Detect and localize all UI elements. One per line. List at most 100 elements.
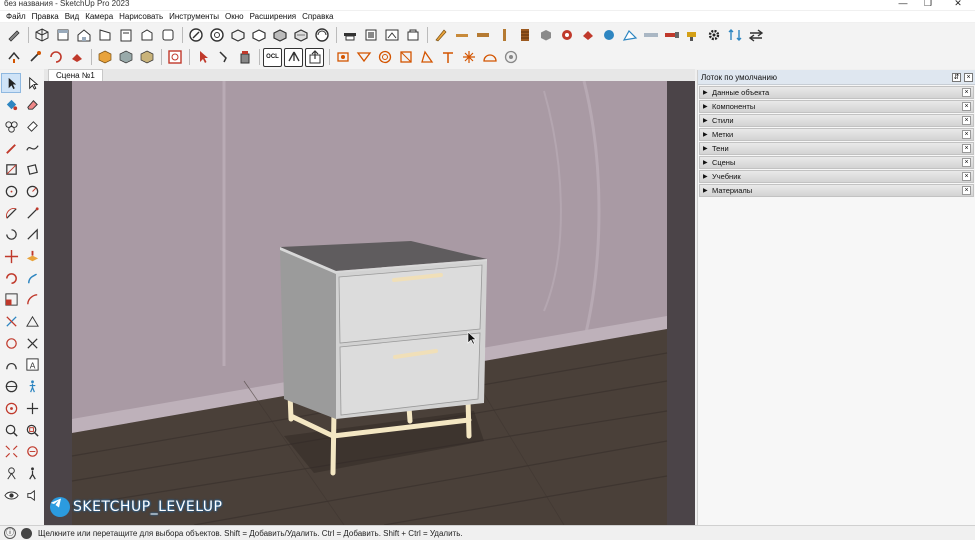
eraser-icon[interactable] — [22, 95, 42, 115]
component-tool-icon[interactable] — [1, 116, 21, 136]
back-view-icon[interactable] — [116, 26, 135, 45]
position-camera-icon[interactable] — [1, 463, 21, 483]
menu-help[interactable]: Справка — [299, 11, 336, 22]
axes-icon[interactable] — [22, 333, 42, 353]
push-pull-icon[interactable] — [4, 48, 23, 67]
freehand-icon[interactable] — [22, 138, 42, 158]
stack-icon[interactable] — [515, 26, 534, 45]
pie-alt-icon[interactable] — [22, 225, 42, 245]
menu-camera[interactable]: Камера — [82, 11, 116, 22]
orbit-icon[interactable] — [1, 398, 21, 418]
panel-close-icon[interactable]: × — [962, 158, 971, 167]
panel-close-icon[interactable]: × — [962, 102, 971, 111]
tray-close-icon[interactable]: × — [964, 73, 973, 82]
rectangle-icon[interactable] — [1, 160, 21, 180]
wireframe-icon[interactable] — [228, 26, 247, 45]
zoom-extents-icon[interactable] — [1, 442, 21, 462]
model-viewport[interactable]: SKETCHUP_LEVELUP — [44, 81, 695, 525]
dome-icon[interactable] — [480, 48, 499, 67]
monochrome-icon[interactable] — [312, 26, 331, 45]
info-icon[interactable]: ⓘ — [4, 527, 16, 539]
burst-icon[interactable] — [459, 48, 478, 67]
scale-icon[interactable] — [1, 290, 21, 310]
tray-pin-icon[interactable]: ⇵ — [952, 73, 961, 82]
left-view-icon[interactable] — [137, 26, 156, 45]
erase-icon[interactable] — [67, 48, 86, 67]
close-button[interactable]: ✕ — [948, 0, 968, 9]
large-tool-set-icon[interactable] — [4, 26, 23, 45]
section-tool-icon[interactable] — [1, 377, 21, 397]
3d-text-icon[interactable]: A — [22, 355, 42, 375]
lasso-icon[interactable] — [214, 48, 233, 67]
paint-bucket-icon[interactable] — [235, 48, 254, 67]
text-icon[interactable] — [1, 355, 21, 375]
menu-file[interactable]: Файл — [3, 11, 29, 22]
section-fill-icon[interactable] — [382, 26, 401, 45]
pan-icon[interactable] — [22, 398, 42, 418]
outliner-icon[interactable] — [165, 48, 184, 67]
display-sections-icon[interactable] — [403, 26, 422, 45]
xray-icon[interactable] — [186, 26, 205, 45]
right-view-icon[interactable] — [95, 26, 114, 45]
scene-tab-1[interactable]: Сцена №1 — [48, 69, 103, 81]
cube-icon[interactable] — [536, 26, 555, 45]
lamp-icon[interactable] — [333, 48, 352, 67]
rotate-icon[interactable] — [25, 48, 44, 67]
saw-icon[interactable] — [641, 26, 660, 45]
back-edges-icon[interactable] — [207, 26, 226, 45]
zoom-icon[interactable] — [1, 420, 21, 440]
arc-3pt-icon[interactable] — [22, 203, 42, 223]
menu-view[interactable]: Вид — [62, 11, 82, 22]
panel-styles[interactable]: ▶ Стили × — [699, 114, 974, 127]
menu-window[interactable]: Окно — [222, 11, 247, 22]
swap-icon[interactable] — [746, 26, 765, 45]
protractor-icon[interactable] — [22, 312, 42, 332]
sun-icon[interactable] — [396, 48, 415, 67]
tape-icon[interactable] — [1, 312, 21, 332]
look-around-icon[interactable] — [22, 463, 42, 483]
box-icon[interactable] — [95, 48, 114, 67]
component-alt-icon[interactable] — [137, 48, 156, 67]
user-icon[interactable] — [21, 527, 32, 539]
previous-view-icon[interactable] — [22, 442, 42, 462]
move-tool-icon[interactable] — [1, 247, 21, 267]
paint-icon[interactable] — [557, 26, 576, 45]
drill-alt-icon[interactable] — [683, 26, 702, 45]
section-cut-icon[interactable] — [361, 26, 380, 45]
front-view-icon[interactable] — [74, 26, 93, 45]
board-icon[interactable] — [473, 26, 492, 45]
panel-close-icon[interactable]: × — [962, 130, 971, 139]
panel-components[interactable]: ▶ Компоненты × — [699, 100, 974, 113]
spot-icon[interactable] — [354, 48, 373, 67]
select-alt-icon[interactable] — [22, 73, 42, 93]
arrows-icon[interactable] — [725, 26, 744, 45]
select-icon[interactable] — [193, 48, 212, 67]
panel-close-icon[interactable]: × — [962, 172, 971, 181]
panel-tags[interactable]: ▶ Метки × — [699, 128, 974, 141]
push-pull-tool-icon[interactable] — [22, 247, 42, 267]
panel-close-icon[interactable]: × — [962, 88, 971, 97]
sphere-icon[interactable] — [599, 26, 618, 45]
bottom-view-icon[interactable] — [158, 26, 177, 45]
top-view-icon[interactable] — [53, 26, 72, 45]
ruler-icon[interactable] — [452, 26, 471, 45]
cone-icon[interactable] — [417, 48, 436, 67]
tree-icon[interactable] — [284, 47, 303, 67]
ring-icon[interactable] — [375, 48, 394, 67]
shaded-icon[interactable] — [270, 26, 289, 45]
panel-entity-info[interactable]: ▶ Данные объекта × — [699, 86, 974, 99]
zoom-window-icon[interactable] — [22, 420, 42, 440]
walk-icon[interactable] — [22, 377, 42, 397]
section-plane-icon[interactable] — [340, 26, 359, 45]
tag-icon[interactable] — [578, 26, 597, 45]
panel-materials[interactable]: ▶ Материалы × — [699, 184, 974, 197]
panel-close-icon[interactable]: × — [962, 144, 971, 153]
minimize-button[interactable]: — — [893, 0, 913, 8]
circle-icon[interactable] — [1, 181, 21, 201]
panel-shadows[interactable]: ▶ Тени × — [699, 142, 974, 155]
rotate-tool-icon[interactable] — [1, 268, 21, 288]
plank-icon[interactable] — [494, 26, 513, 45]
menu-tools[interactable]: Инструменты — [166, 11, 222, 22]
rotated-rect-icon[interactable] — [22, 160, 42, 180]
panel-close-icon[interactable]: × — [962, 186, 971, 195]
